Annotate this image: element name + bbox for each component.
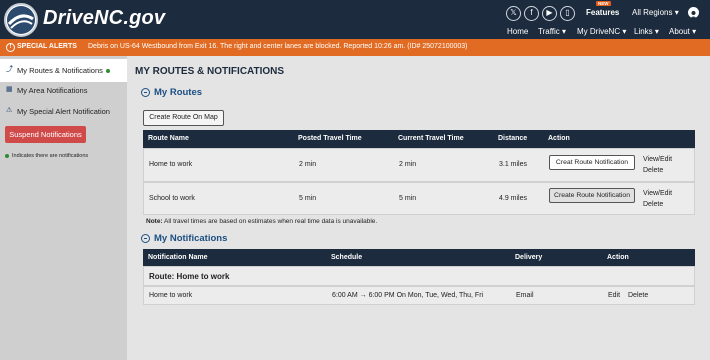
nav-home[interactable]: Home [507, 27, 528, 36]
view-edit-link[interactable]: View/Edit [643, 190, 672, 197]
legend-dot [5, 153, 9, 158]
alert-icon: ! [6, 43, 15, 52]
map-icon: ▦ [6, 86, 13, 93]
column-header: Notification Name [148, 254, 208, 261]
delete-link[interactable]: Delete [628, 292, 648, 299]
regions-label: All Regions [632, 8, 673, 17]
view-edit-link[interactable]: View/Edit [643, 156, 672, 163]
note-text: All travel times are based on estimates … [162, 218, 378, 225]
routes-table-header: Route Name Posted Travel Time Current Tr… [143, 130, 695, 148]
create-route-on-map-button[interactable]: Create Route On Map [143, 110, 224, 126]
sidebar-item-area[interactable]: ▦ My Area Notifications [0, 79, 127, 102]
column-header: Route Name [148, 135, 189, 142]
collapse-routes-icon[interactable] [141, 88, 150, 97]
column-header: Distance [498, 135, 528, 142]
posted-time: 5 min [299, 195, 317, 202]
column-header: Delivery [515, 254, 543, 261]
column-header: Action [607, 254, 629, 261]
features-link[interactable]: Features [586, 8, 619, 17]
notification-group-header: Route: Home to work [143, 266, 695, 286]
notification-legend: Indicates there are notifications [5, 153, 88, 159]
x-icon[interactable]: 𝕏 [506, 6, 521, 21]
table-row: Home to work 2 min 2 min 3.1 miles Creat… [143, 148, 695, 182]
sidebar-item-label: My Special Alert Notification [17, 107, 110, 116]
delete-link[interactable]: Delete [643, 201, 663, 208]
create-route-notification-button[interactable]: Create Route Notification [549, 188, 635, 203]
collapse-notifications-icon[interactable] [141, 234, 150, 243]
routes-heading[interactable]: My Routes [154, 87, 202, 98]
page-title: MY ROUTES & NOTIFICATIONS [135, 66, 285, 77]
notification-name: Home to work [149, 292, 193, 299]
route-name: Home to work [149, 161, 193, 168]
main-content: MY ROUTES & NOTIFICATIONS My Routes Crea… [127, 56, 710, 360]
user-account-icon[interactable] [688, 7, 699, 18]
column-header: Current Travel Time [398, 135, 464, 142]
notifications-heading[interactable]: My Notifications [154, 233, 227, 244]
column-header: Schedule [331, 254, 363, 261]
column-header: Action [548, 135, 570, 142]
alerts-label: SPECIAL ALERTS [17, 43, 77, 50]
distance: 3.1 miles [499, 161, 528, 168]
current-time: 5 min [399, 195, 417, 202]
suspend-notifications-button[interactable]: Suspend Notifications [5, 126, 86, 143]
notification-delivery: Email [516, 292, 534, 299]
mobile-app-icon[interactable]: ▯ [560, 6, 575, 21]
site-header: DriveNC.gov 𝕏 f ▶ ▯ NEW Features All Reg… [0, 0, 710, 39]
alert-message[interactable]: Debris on US-64 Westbound from Exit 16. … [88, 43, 468, 50]
notification-schedule: 6:00 AM → 6:00 PM On Mon, Tue, Wed, Thu,… [332, 292, 484, 299]
travel-time-note: Note: All travel times are based on esti… [146, 218, 377, 225]
nav-about-label: About [669, 27, 690, 36]
note-label: Note: [146, 218, 163, 225]
nav-links-label: Links [634, 27, 653, 36]
sidebar-item-special-alert[interactable]: ⚠ My Special Alert Notification [0, 100, 127, 123]
chevron-down-icon: ▾ [674, 8, 679, 17]
new-badge: NEW [596, 1, 611, 6]
legend-text: Indicates there are notifications [12, 153, 89, 159]
sidebar-item-label: My Area Notifications [17, 86, 88, 95]
table-row: School to work 5 min 5 min 4.9 miles Cre… [143, 182, 695, 215]
nav-about[interactable]: About ▾ [669, 27, 696, 36]
notifications-table-header: Notification Name Schedule Delivery Acti… [143, 249, 695, 267]
table-row: Home to work 6:00 AM → 6:00 PM On Mon, T… [143, 286, 695, 305]
route-name: School to work [149, 195, 195, 202]
posted-time: 2 min [299, 161, 317, 168]
regions-dropdown[interactable]: All Regions ▾ [632, 8, 679, 17]
sidebar-item-label: My Routes & Notifications [17, 66, 103, 75]
site-name[interactable]: DriveNC.gov [43, 7, 165, 30]
group-title: Route: Home to work [149, 272, 230, 281]
sidebar: ⤴ My Routes & Notifications ▦ My Area No… [0, 56, 127, 360]
youtube-icon[interactable]: ▶ [542, 6, 557, 21]
distance: 4.9 miles [499, 195, 528, 202]
facebook-icon[interactable]: f [524, 6, 539, 21]
nav-my-drivenc-label: My DriveNC [577, 27, 621, 36]
drivenc-logo-icon[interactable] [4, 3, 38, 37]
current-time: 2 min [399, 161, 417, 168]
column-header: Posted Travel Time [298, 135, 362, 142]
nav-my-drivenc[interactable]: My DriveNC ▾ [577, 27, 626, 36]
special-alerts-bar: ! SPECIAL ALERTS Debris on US-64 Westbou… [0, 39, 710, 56]
nav-links[interactable]: Links ▾ [634, 27, 659, 36]
edit-link[interactable]: Edit [608, 292, 620, 299]
nav-traffic-label: Traffic [538, 27, 560, 36]
warning-icon: ⚠ [6, 107, 13, 114]
nav-traffic[interactable]: Traffic ▾ [538, 27, 566, 36]
delete-link[interactable]: Delete [643, 167, 663, 174]
create-route-notification-button[interactable]: Creat Route Notification [549, 155, 635, 170]
notification-dot [105, 69, 110, 74]
route-icon: ⤴ [6, 66, 13, 73]
